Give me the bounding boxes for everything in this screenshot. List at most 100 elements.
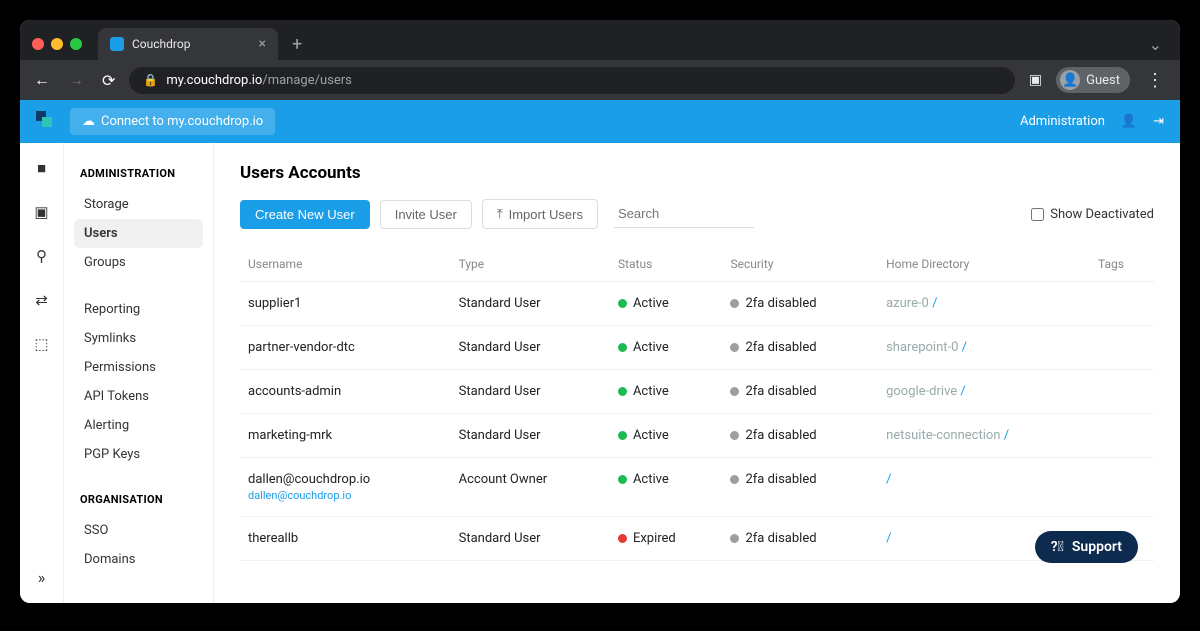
maximize-window-icon[interactable] <box>70 38 82 50</box>
sidebar-item-api-tokens[interactable]: API Tokens <box>74 382 203 411</box>
app-logo-icon <box>36 111 58 133</box>
minimize-window-icon[interactable] <box>51 38 63 50</box>
username-cell: accounts-admin <box>248 384 443 399</box>
sidebar-item-domains[interactable]: Domains <box>74 545 203 574</box>
browser-tab[interactable]: Couchdrop × <box>98 28 278 60</box>
sidebar-section-org: ORGANISATION <box>80 493 203 506</box>
type-cell: Account Owner <box>451 458 610 517</box>
homedir-cell: google-drive / <box>878 370 1090 414</box>
tags-cell <box>1090 458 1154 517</box>
status-cell: Expired <box>633 531 676 546</box>
reload-button[interactable]: ⟳ <box>98 67 119 94</box>
status-dot-icon <box>618 299 627 308</box>
sidebar-item-sso[interactable]: SSO <box>74 516 203 545</box>
security-dot-icon <box>730 387 739 396</box>
profile-label: Guest <box>1086 73 1120 88</box>
table-row[interactable]: dallen@couchdrop.iodallen@couchdrop.ioAc… <box>240 458 1154 517</box>
security-dot-icon <box>730 431 739 440</box>
security-cell: 2fa disabled <box>745 384 816 399</box>
inbox-icon[interactable]: ▣ <box>34 203 48 221</box>
forward-button[interactable]: → <box>64 66 88 94</box>
col-homedir: Home Directory <box>878 247 1090 282</box>
username-cell: partner-vendor-dtc <box>248 340 443 355</box>
sidebar-item-users[interactable]: Users <box>74 219 203 248</box>
invite-user-button[interactable]: Invite User <box>380 200 472 229</box>
status-dot-icon <box>618 343 627 352</box>
tags-cell <box>1090 370 1154 414</box>
help-icon: ?⃝ <box>1051 539 1064 555</box>
sidebar-item-symlinks[interactable]: Symlinks <box>74 324 203 353</box>
sidebar-item-alerting[interactable]: Alerting <box>74 411 203 440</box>
status-cell: Active <box>633 296 669 311</box>
security-cell: 2fa disabled <box>745 428 816 443</box>
users-table: Username Type Status Security Home Direc… <box>240 247 1154 561</box>
extension-icon[interactable]: ▣ <box>1025 68 1046 92</box>
type-cell: Standard User <box>451 517 610 561</box>
show-deactivated-toggle[interactable]: Show Deactivated <box>1031 207 1154 222</box>
import-users-button[interactable]: ⤒ Import Users <box>482 199 598 229</box>
sidebar-item-pgp-keys[interactable]: PGP Keys <box>74 440 203 469</box>
logout-icon[interactable]: ⇥ <box>1153 114 1164 129</box>
table-row[interactable]: accounts-adminStandard UserActive2fa dis… <box>240 370 1154 414</box>
sidebar-item-reporting[interactable]: Reporting <box>74 295 203 324</box>
administration-link[interactable]: Administration <box>1020 114 1105 129</box>
security-cell: 2fa disabled <box>745 296 816 311</box>
connect-button[interactable]: ☁ Connect to my.couchdrop.io <box>70 108 275 135</box>
import-users-label: Import Users <box>509 207 583 222</box>
folder-icon[interactable]: ■ <box>37 159 46 177</box>
icon-rail: ■ ▣ ⚲ ⇄ ⬚ » <box>20 143 64 603</box>
app-body: ■ ▣ ⚲ ⇄ ⬚ » ADMINISTRATION Storage Users… <box>20 143 1180 603</box>
support-label: Support <box>1072 539 1122 555</box>
sidebar-item-groups[interactable]: Groups <box>74 248 203 277</box>
security-cell: 2fa disabled <box>745 472 816 487</box>
avatar-icon: 👤 <box>1060 70 1080 90</box>
lock-icon: 🔒 <box>143 73 158 87</box>
new-tab-button[interactable]: + <box>286 34 308 55</box>
tags-cell <box>1090 326 1154 370</box>
back-button[interactable]: ← <box>30 66 54 94</box>
col-type: Type <box>451 247 610 282</box>
page-title: Users Accounts <box>240 163 1154 183</box>
status-dot-icon <box>618 387 627 396</box>
homedir-cell: azure-0 / <box>878 282 1090 326</box>
status-dot-icon <box>618 534 627 543</box>
url-bar[interactable]: 🔒 my.couchdrop.io/manage/users <box>129 67 1014 94</box>
type-cell: Standard User <box>451 414 610 458</box>
sidebar-item-permissions[interactable]: Permissions <box>74 353 203 382</box>
sidebar-item-storage[interactable]: Storage <box>74 190 203 219</box>
traffic-lights <box>32 38 82 50</box>
status-dot-icon <box>618 475 627 484</box>
username-cell: dallen@couchdrop.io <box>248 472 443 487</box>
close-window-icon[interactable] <box>32 38 44 50</box>
chrome-tabs-dropdown-icon[interactable]: ⌄ <box>1143 35 1168 54</box>
profile-pill[interactable]: 👤 Guest <box>1056 67 1130 93</box>
status-dot-icon <box>618 431 627 440</box>
close-tab-icon[interactable]: × <box>259 36 266 52</box>
security-dot-icon <box>730 343 739 352</box>
shuffle-icon[interactable]: ⇄ <box>35 291 48 309</box>
table-row[interactable]: marketing-mrkStandard UserActive2fa disa… <box>240 414 1154 458</box>
robot-icon[interactable]: ⬚ <box>34 335 48 353</box>
status-cell: Active <box>633 472 669 487</box>
table-row[interactable]: thereallbStandard UserExpired2fa disable… <box>240 517 1154 561</box>
show-deactivated-checkbox[interactable] <box>1031 208 1044 221</box>
support-button[interactable]: ?⃝ Support <box>1035 531 1138 563</box>
chrome-menu-icon[interactable]: ⋮ <box>1140 70 1170 91</box>
tab-title: Couchdrop <box>132 37 251 51</box>
create-user-button[interactable]: Create New User <box>240 200 370 229</box>
user-icon[interactable]: 👤 <box>1121 114 1137 129</box>
tags-cell <box>1090 414 1154 458</box>
url-path: /manage/users <box>262 73 352 88</box>
table-row[interactable]: supplier1Standard UserActive2fa disabled… <box>240 282 1154 326</box>
expand-rail-icon[interactable]: » <box>38 568 46 587</box>
homedir-cell: netsuite-connection / <box>878 414 1090 458</box>
share-icon[interactable]: ⚲ <box>36 247 47 265</box>
chrome-tab-strip: Couchdrop × + ⌄ <box>20 20 1180 60</box>
homedir-cell: / <box>878 458 1090 517</box>
col-status: Status <box>610 247 723 282</box>
security-dot-icon <box>730 475 739 484</box>
connect-label: Connect to my.couchdrop.io <box>101 114 263 129</box>
table-row[interactable]: partner-vendor-dtcStandard UserActive2fa… <box>240 326 1154 370</box>
search-input[interactable] <box>614 200 754 228</box>
status-cell: Active <box>633 340 669 355</box>
